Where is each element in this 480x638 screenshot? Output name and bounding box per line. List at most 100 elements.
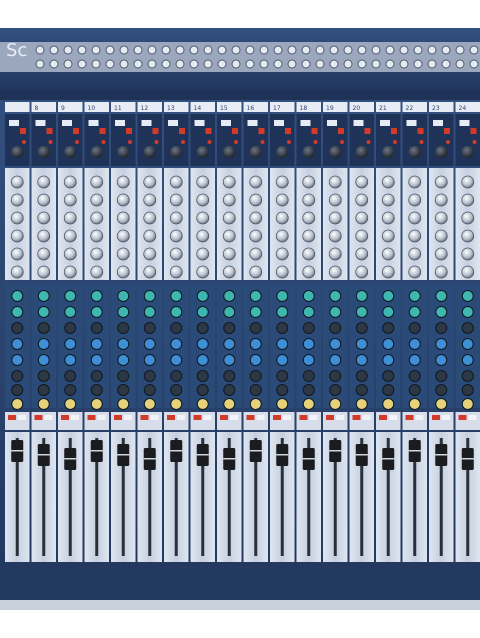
- channel-number: 10: [88, 105, 96, 112]
- switch: [88, 120, 99, 126]
- eq-knob: [276, 398, 289, 410]
- aux-knob: [63, 175, 77, 189]
- eq-knob: [117, 338, 130, 350]
- channel-number: 16: [247, 105, 255, 112]
- aux-knob: [63, 229, 77, 243]
- jack-socket: [49, 59, 59, 69]
- switch: [327, 120, 337, 126]
- eq-knob: [64, 290, 77, 302]
- eq-knob: [37, 338, 50, 350]
- aux-knob: [408, 247, 422, 261]
- jack-socket: [441, 59, 451, 69]
- eq-knob: [461, 398, 474, 410]
- solo-button: [203, 415, 212, 420]
- mixing-console-photo: Sc 8 9 10 11 12 13 14 15 16 17 18 19 20 21 22 23 24: [0, 28, 480, 610]
- mute-button: [299, 415, 308, 420]
- aux-knob: [37, 175, 51, 189]
- aux-knob: [169, 211, 183, 225]
- jack-socket: [413, 59, 423, 69]
- peak-led: [287, 140, 291, 144]
- eq-knob: [408, 306, 421, 318]
- red-button: [46, 128, 53, 134]
- jack-socket: [105, 45, 115, 55]
- jack-socket: [63, 59, 73, 69]
- aux-knob: [408, 265, 422, 279]
- jack-socket: [315, 45, 325, 55]
- channel-strip: 22: [402, 102, 427, 576]
- aux-knob: [143, 247, 157, 261]
- eq-knob: [276, 306, 289, 318]
- aux-knob: [275, 211, 289, 225]
- button-area: [5, 412, 30, 430]
- eq-knob: [37, 354, 50, 366]
- aux-knob: [381, 247, 395, 261]
- jack-socket: [245, 59, 255, 69]
- eq-knob: [461, 338, 474, 350]
- aux-knob: [249, 193, 263, 207]
- aux-knob: [275, 265, 289, 279]
- eq-knob: [223, 306, 236, 318]
- eq-knob: [461, 370, 474, 382]
- aux-knob: [434, 211, 448, 225]
- jack-socket: [469, 59, 479, 69]
- jack-socket: [133, 45, 143, 55]
- red-button: [99, 128, 106, 134]
- channel-number: 18: [300, 105, 308, 112]
- eq-knob: [117, 322, 130, 334]
- red-button: [205, 128, 212, 134]
- jack-socket: [217, 45, 227, 55]
- fader-cap-line: [382, 458, 395, 460]
- aux-knob: [328, 193, 342, 207]
- channel-strip: 10: [84, 102, 109, 576]
- eq-knob: [37, 370, 50, 382]
- jack-socket: [455, 45, 465, 55]
- jack-socket: [371, 59, 381, 69]
- aux-knob: [249, 211, 263, 225]
- peak-led: [154, 140, 159, 144]
- eq-knob: [223, 322, 236, 334]
- eq-knob: [408, 354, 421, 366]
- switch: [247, 120, 258, 126]
- jack-socket: [399, 59, 409, 69]
- channel-strip: 13: [164, 102, 189, 576]
- gain-knob: [37, 146, 50, 158]
- eq-knob: [37, 306, 50, 318]
- switch: [9, 120, 19, 126]
- aux-knob: [37, 247, 51, 261]
- eq-knob: [196, 370, 209, 382]
- gain-knob: [90, 146, 103, 158]
- channel-strip: 23: [429, 102, 454, 576]
- channel-number: 14: [194, 105, 202, 112]
- jack-socket: [119, 45, 129, 55]
- aux-knob: [434, 193, 448, 207]
- jack-socket: [371, 45, 381, 55]
- channel-strip: 15: [217, 102, 242, 576]
- red-button: [258, 128, 265, 134]
- button-area: [217, 412, 242, 430]
- eq-knob: [64, 370, 77, 382]
- eq-knob: [249, 370, 262, 382]
- eq-knob: [223, 398, 236, 410]
- aux-knob: [222, 229, 236, 243]
- eq-knob: [355, 322, 368, 334]
- switch: [221, 120, 231, 126]
- mute-button: [379, 415, 387, 420]
- jack-socket: [203, 45, 213, 55]
- aux-knob: [10, 211, 24, 225]
- eq-knob: [223, 384, 236, 396]
- channel-strip: 24: [455, 102, 480, 576]
- red-button: [311, 128, 318, 134]
- aux-knob: [90, 265, 104, 279]
- aux-knob: [249, 265, 263, 279]
- eq-knob: [143, 370, 156, 382]
- jack-socket: [455, 59, 465, 69]
- eq-knob: [90, 398, 103, 410]
- eq-knob: [196, 384, 209, 396]
- button-area: [429, 412, 454, 430]
- jack-socket: [427, 59, 437, 69]
- eq-knob: [435, 354, 448, 366]
- eq-knob: [355, 398, 368, 410]
- jack-socket: [413, 45, 423, 55]
- aux-knob: [408, 211, 422, 225]
- aux-knob: [302, 175, 316, 189]
